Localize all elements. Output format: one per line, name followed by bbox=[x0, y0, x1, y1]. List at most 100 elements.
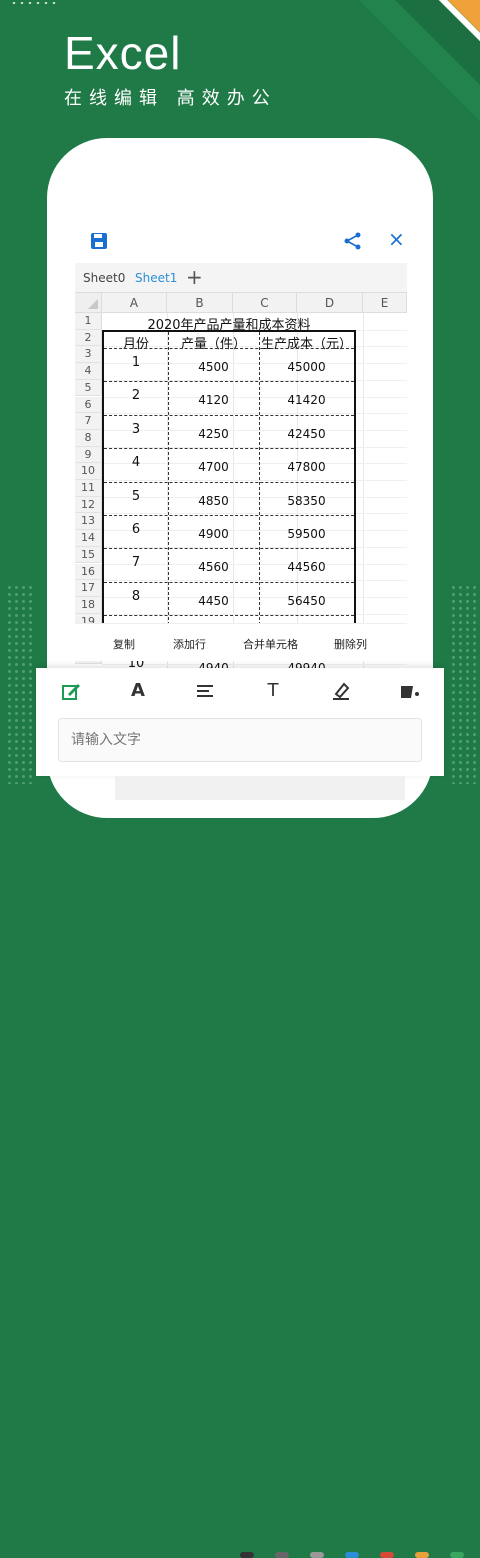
row-divider bbox=[104, 581, 354, 583]
tab-sheet0[interactable]: Sheet0 bbox=[83, 271, 125, 285]
app-topbar: × bbox=[75, 221, 407, 263]
row-header[interactable]: 12 bbox=[75, 496, 102, 514]
menu-merge-cells[interactable]: 合并单元格 bbox=[243, 636, 298, 652]
table-header-cost[interactable]: 生产成本（元） bbox=[259, 333, 354, 352]
table-cell[interactable]: 58350 bbox=[259, 494, 354, 508]
add-sheet-button[interactable]: + bbox=[186, 265, 203, 289]
table-cell[interactable]: 42450 bbox=[259, 427, 354, 441]
column-header-c[interactable]: C bbox=[233, 293, 297, 313]
promo-subtitle: 在线编辑 高效办公 bbox=[64, 88, 277, 109]
table-cell[interactable]: 4850 bbox=[168, 494, 259, 508]
color-swatch[interactable] bbox=[450, 1552, 464, 1558]
row-divider bbox=[104, 348, 354, 349]
menu-delete-column[interactable]: 删除列 bbox=[334, 636, 367, 652]
tab-sheet1[interactable]: Sheet1 bbox=[135, 271, 177, 285]
row-header[interactable]: 2 bbox=[75, 329, 102, 347]
column-header-b[interactable]: B bbox=[167, 293, 233, 313]
decor-dots bbox=[6, 584, 34, 784]
row-header[interactable]: 7 bbox=[75, 413, 102, 430]
row-header[interactable]: 18 bbox=[75, 596, 102, 614]
promo-title: Excel bbox=[64, 27, 182, 79]
align-icon[interactable] bbox=[192, 678, 218, 704]
spreadsheet-grid[interactable]: A B C D E 1 2 3 4 5 6 7 8 9 10 11 12 13 14 15 16 17 18 19 2… bbox=[75, 293, 407, 669]
table-cell[interactable]: 4 bbox=[104, 455, 168, 470]
color-swatch[interactable] bbox=[240, 1552, 254, 1558]
color-swatch[interactable] bbox=[415, 1552, 429, 1558]
context-menu: 复制 添加行 合并单元格 删除列 bbox=[75, 623, 407, 661]
text-input[interactable] bbox=[59, 719, 421, 761]
table-header-output[interactable]: 产量（件） bbox=[168, 333, 259, 352]
color-swatch[interactable] bbox=[380, 1552, 394, 1558]
row-header[interactable]: 11 bbox=[75, 480, 102, 497]
font-icon[interactable]: A bbox=[125, 678, 151, 704]
gridline bbox=[363, 313, 364, 669]
row-header[interactable]: 4 bbox=[75, 363, 102, 380]
row-header[interactable]: 3 bbox=[75, 346, 102, 364]
close-icon[interactable]: × bbox=[388, 229, 405, 249]
text-icon[interactable]: T bbox=[260, 678, 286, 704]
table-cell[interactable]: 47800 bbox=[259, 460, 354, 474]
save-icon[interactable] bbox=[91, 233, 107, 249]
menu-add-row[interactable]: 添加行 bbox=[173, 636, 206, 652]
menu-copy[interactable]: 复制 bbox=[113, 636, 135, 652]
decor-dots bbox=[10, 0, 60, 6]
row-divider bbox=[104, 448, 354, 450]
table-cell[interactable]: 1 bbox=[104, 355, 168, 370]
table-cell[interactable]: 41420 bbox=[259, 393, 354, 407]
table-cell[interactable]: 3 bbox=[104, 422, 168, 437]
table-cell[interactable]: 6 bbox=[104, 522, 168, 537]
table-cell[interactable]: 59500 bbox=[259, 527, 354, 541]
table-header-month[interactable]: 月份 bbox=[104, 333, 168, 352]
row-header[interactable]: 6 bbox=[75, 396, 102, 414]
color-swatch[interactable] bbox=[275, 1552, 289, 1558]
sheet-tabs: Sheet0 Sheet1 + bbox=[75, 263, 407, 293]
table-cell[interactable]: 4120 bbox=[168, 393, 259, 407]
color-palette bbox=[115, 776, 464, 1558]
column-header-d[interactable]: D bbox=[297, 293, 363, 313]
row-header[interactable]: 5 bbox=[75, 379, 102, 397]
row-header[interactable]: 14 bbox=[75, 530, 102, 547]
row-header[interactable]: 10 bbox=[75, 463, 102, 480]
app-screen: × Sheet0 Sheet1 + A B C D E 1 2 3 4 5 6 7 8 9 10 1… bbox=[75, 221, 407, 669]
table-cell[interactable]: 5 bbox=[104, 489, 168, 504]
row-header[interactable]: 13 bbox=[75, 513, 102, 531]
table-cell[interactable]: 44560 bbox=[259, 560, 354, 574]
row-header[interactable]: 15 bbox=[75, 546, 102, 564]
column-header-a[interactable]: A bbox=[102, 293, 167, 313]
table-cell[interactable]: 2 bbox=[104, 388, 168, 403]
row-header[interactable]: 8 bbox=[75, 429, 102, 447]
row-header[interactable]: 1 bbox=[75, 313, 102, 330]
table-cell[interactable]: 4900 bbox=[168, 527, 259, 541]
table-cell[interactable]: 4700 bbox=[168, 460, 259, 474]
row-header[interactable]: 9 bbox=[75, 446, 102, 464]
table-cell[interactable]: 4500 bbox=[168, 360, 259, 374]
row-divider bbox=[104, 414, 354, 416]
text-input-box[interactable] bbox=[58, 718, 422, 762]
fill-icon[interactable] bbox=[396, 678, 422, 704]
color-swatch[interactable] bbox=[345, 1552, 359, 1558]
highlight-icon[interactable] bbox=[328, 678, 354, 704]
swatch-row bbox=[230, 1552, 480, 1558]
edit-icon[interactable] bbox=[58, 678, 84, 704]
decor-dots bbox=[450, 584, 478, 784]
row-divider bbox=[104, 548, 354, 550]
table-cell[interactable]: 56450 bbox=[259, 594, 354, 608]
table-cell[interactable]: 4250 bbox=[168, 427, 259, 441]
edit-toolbar: A T bbox=[36, 668, 444, 776]
row-divider bbox=[104, 615, 354, 617]
table-cell[interactable]: 8 bbox=[104, 589, 168, 604]
row-header[interactable]: 16 bbox=[75, 563, 102, 581]
share-icon[interactable] bbox=[343, 231, 363, 251]
row-divider bbox=[104, 515, 354, 516]
table-cell[interactable]: 45000 bbox=[259, 360, 354, 374]
select-all-corner[interactable] bbox=[75, 293, 102, 313]
row-header[interactable]: 17 bbox=[75, 580, 102, 597]
table-cell[interactable]: 4450 bbox=[168, 594, 259, 608]
row-divider bbox=[104, 481, 354, 483]
data-table: 月份 产量（件） 生产成本（元） 1 4500 45000 2 4120 41420 3 42… bbox=[102, 330, 356, 669]
column-header-e[interactable]: E bbox=[363, 293, 407, 313]
table-cell[interactable]: 7 bbox=[104, 555, 168, 570]
color-swatch[interactable] bbox=[310, 1552, 324, 1558]
table-cell[interactable]: 4560 bbox=[168, 560, 259, 574]
row-divider bbox=[104, 381, 354, 383]
